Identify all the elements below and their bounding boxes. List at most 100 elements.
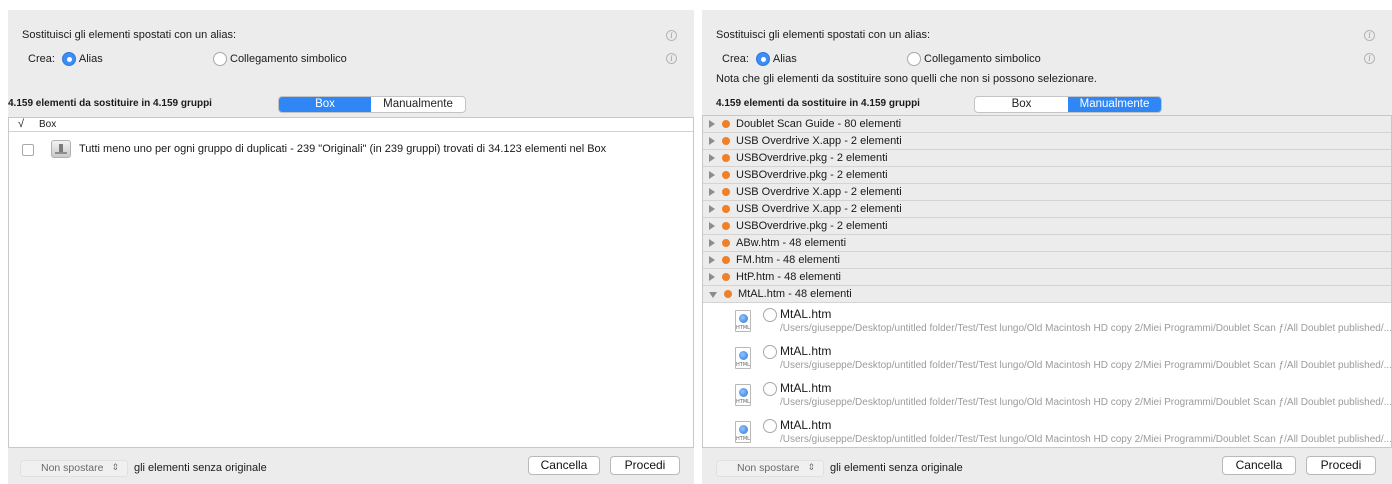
file-row[interactable]: HTML MtAL.htm /Users/giuseppe/Desktop/un…: [703, 415, 1392, 447]
group-label: HtP.htm - 48 elementi: [736, 271, 841, 283]
group-dot-icon: [722, 256, 730, 264]
orphan-action-row: Non spostare ⇕ gli elementi senza origin…: [20, 459, 267, 477]
file-path: /Users/giuseppe/Desktop/untitled folder/…: [780, 397, 1392, 408]
disclosure-triangle-icon[interactable]: [709, 239, 715, 247]
cancel-button[interactable]: Cancella: [528, 456, 600, 475]
info-icon[interactable]: i: [666, 53, 677, 64]
disclosure-triangle-icon[interactable]: [709, 256, 715, 264]
symlink-radio-label[interactable]: Collegamento simbolico: [230, 53, 347, 65]
file-name: MtAL.htm: [780, 307, 832, 321]
segment-box[interactable]: Box: [975, 97, 1068, 112]
header-check-column[interactable]: √: [18, 118, 24, 130]
file-row[interactable]: HTML MtAL.htm /Users/giuseppe/Desktop/un…: [703, 341, 1391, 378]
crea-label: Crea:: [28, 53, 55, 65]
disclosure-triangle-open-icon[interactable]: [709, 292, 717, 298]
file-radio[interactable]: [763, 308, 777, 322]
symlink-radio-label[interactable]: Collegamento simbolico: [924, 53, 1041, 65]
symlink-option: Collegamento simbolico: [213, 51, 347, 67]
group-row-expanded[interactable]: MtAL.htm - 48 elementi: [703, 286, 1391, 303]
symlink-option: Collegamento simbolico: [907, 51, 1041, 67]
group-dot-icon: [722, 137, 730, 145]
alias-radio[interactable]: [61, 52, 76, 66]
group-label: Doublet Scan Guide - 80 elementi: [736, 118, 902, 130]
crea-row: Crea: Alias: [722, 51, 797, 67]
updown-chevron-icon: ⇕: [111, 461, 119, 472]
disclosure-triangle-icon[interactable]: [709, 188, 715, 196]
disclosure-triangle-icon[interactable]: [709, 171, 715, 179]
disclosure-triangle-icon[interactable]: [709, 222, 715, 230]
alias-radio-label[interactable]: Alias: [773, 53, 797, 65]
row-checkbox[interactable]: [22, 144, 34, 156]
crea-label: Crea:: [722, 53, 749, 65]
group-row[interactable]: FM.htm - 48 elementi: [703, 252, 1391, 269]
orphan-action-label: gli elementi senza originale: [830, 462, 963, 474]
file-row[interactable]: HTML MtAL.htm /Users/giuseppe/Desktop/un…: [703, 378, 1391, 415]
info-icon[interactable]: i: [666, 30, 677, 41]
group-row[interactable]: HtP.htm - 48 elementi: [703, 269, 1391, 286]
group-label: ABw.htm - 48 elementi: [736, 237, 847, 249]
disclosure-triangle-icon[interactable]: [709, 137, 715, 145]
group-dot-icon: [722, 188, 730, 196]
items-count: 4.159 elementi da sostituire in 4.159 gr…: [716, 98, 920, 109]
group-dot-icon: [722, 273, 730, 281]
disclosure-triangle-icon[interactable]: [709, 154, 715, 162]
segment-manual[interactable]: Manualmente: [1068, 97, 1161, 112]
group-row[interactable]: ABw.htm - 48 elementi: [703, 235, 1391, 252]
symlink-radio[interactable]: [907, 52, 921, 66]
info-icon[interactable]: i: [1364, 53, 1375, 64]
file-radio[interactable]: [763, 345, 777, 359]
file-path: /Users/giuseppe/Desktop/untitled folder/…: [780, 360, 1392, 371]
group-dot-icon: [722, 171, 730, 179]
group-row[interactable]: USBOverdrive.pkg - 2 elementi: [703, 218, 1391, 235]
mode-segmented-control: Box Manualmente: [974, 96, 1162, 113]
orphan-action-popup[interactable]: Non spostare ⇕: [716, 459, 824, 477]
group-label: FM.htm - 48 elementi: [736, 254, 840, 266]
alias-radio-label[interactable]: Alias: [79, 53, 103, 65]
header-box-column[interactable]: Box: [39, 119, 56, 130]
group-row[interactable]: USBOverdrive.pkg - 2 elementi: [703, 167, 1391, 184]
group-dot-icon: [722, 120, 730, 128]
file-name: MtAL.htm: [780, 381, 832, 395]
group-label: USB Overdrive X.app - 2 elementi: [736, 186, 902, 198]
list-item[interactable]: Tutti meno uno per ogni gruppo di duplic…: [9, 140, 693, 160]
group-label: USBOverdrive.pkg - 2 elementi: [736, 220, 888, 232]
proceed-button[interactable]: Procedi: [610, 456, 680, 475]
right-panel: Sostituisci gli elementi spostati con un…: [702, 10, 1392, 484]
cancel-button[interactable]: Cancella: [1222, 456, 1296, 475]
group-row[interactable]: USBOverdrive.pkg - 2 elementi: [703, 150, 1391, 167]
group-row[interactable]: Doublet Scan Guide - 80 elementi: [703, 116, 1391, 133]
group-dot-icon: [722, 205, 730, 213]
disclosure-triangle-icon[interactable]: [709, 273, 715, 281]
items-count: 4.159 elementi da sostituire in 4.159 gr…: [8, 98, 212, 109]
selection-note: Nota che gli elementi da sostituire sono…: [716, 73, 1097, 85]
group-label: MtAL.htm - 48 elementi: [738, 288, 852, 300]
disclosure-triangle-icon[interactable]: [709, 205, 715, 213]
orphan-action-row: Non spostare ⇕ gli elementi senza origin…: [716, 459, 963, 477]
alias-option-title: Sostituisci gli elementi spostati con un…: [716, 29, 930, 41]
group-dot-icon: [722, 154, 730, 162]
file-path: /Users/giuseppe/Desktop/untitled folder/…: [780, 434, 1392, 445]
file-radio[interactable]: [763, 382, 777, 396]
html-file-icon: HTML: [735, 347, 751, 369]
orphan-action-label: gli elementi senza originale: [134, 462, 267, 474]
file-row[interactable]: HTML MtAL.htm /Users/giuseppe/Desktop/un…: [703, 304, 1391, 341]
left-panel: Sostituisci gli elementi spostati con un…: [8, 10, 694, 484]
orphan-action-popup[interactable]: Non spostare ⇕: [20, 459, 128, 477]
info-icon[interactable]: i: [1364, 30, 1375, 41]
alias-radio[interactable]: [755, 52, 770, 66]
group-row[interactable]: USB Overdrive X.app - 2 elementi: [703, 184, 1391, 201]
list-header: √ Box: [9, 118, 693, 132]
alias-option-title: Sostituisci gli elementi spostati con un…: [22, 29, 236, 41]
file-name: MtAL.htm: [780, 418, 832, 432]
segment-box[interactable]: Box: [279, 97, 371, 112]
segment-manual[interactable]: Manualmente: [371, 97, 465, 112]
file-radio[interactable]: [763, 419, 777, 433]
group-row[interactable]: USB Overdrive X.app - 2 elementi: [703, 133, 1391, 150]
symlink-radio[interactable]: [213, 52, 227, 66]
crea-row: Crea: Alias: [28, 51, 103, 67]
proceed-button[interactable]: Procedi: [1306, 456, 1376, 475]
html-file-icon: HTML: [735, 310, 751, 332]
group-row[interactable]: USB Overdrive X.app - 2 elementi: [703, 201, 1391, 218]
box-icon: [51, 140, 71, 158]
disclosure-triangle-icon[interactable]: [709, 120, 715, 128]
